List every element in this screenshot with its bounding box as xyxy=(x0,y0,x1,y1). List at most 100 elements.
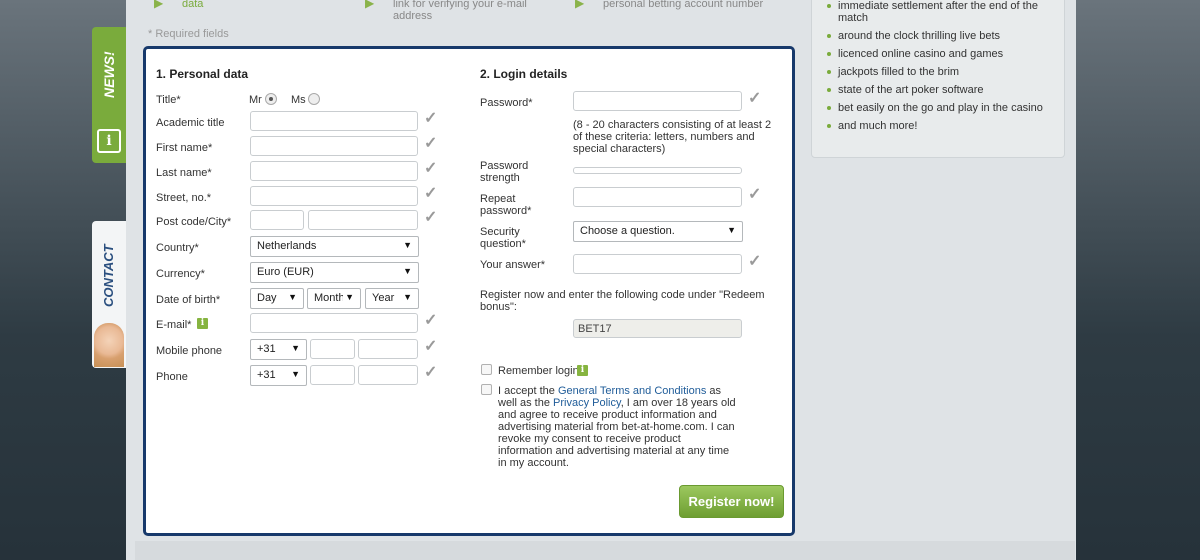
checkmark-icon: ✓ xyxy=(424,110,438,127)
required-fields-note: * Required fields xyxy=(148,28,229,40)
first-name-label: First name* xyxy=(156,142,213,154)
first-name-input[interactable] xyxy=(250,136,418,156)
city-input[interactable] xyxy=(308,210,418,230)
benefit-item: jackpots filled to the brim xyxy=(826,66,1056,78)
remember-info-icon[interactable]: i xyxy=(577,365,588,376)
support-agent-avatar xyxy=(94,323,124,367)
privacy-policy-link[interactable]: Privacy Policy xyxy=(553,397,621,409)
benefit-item: licenced online casino and games xyxy=(826,48,1056,60)
security-label-line1: Security xyxy=(480,226,520,238)
country-value: Netherlands xyxy=(257,240,317,252)
strength-label-line1: Password xyxy=(480,160,529,172)
email-info-icon[interactable]: i xyxy=(197,318,208,329)
dob-month-select[interactable]: Month ▼ xyxy=(307,288,361,309)
mobile-area-input[interactable] xyxy=(310,339,355,359)
accept-terms-checkbox[interactable] xyxy=(481,384,492,395)
phone-area-input[interactable] xyxy=(310,365,355,385)
dob-month-value: Month xyxy=(314,292,345,304)
dob-year-value: Year xyxy=(372,292,395,304)
step-arrow-icon: ▶ xyxy=(575,0,585,10)
street-label: Street, no.* xyxy=(156,192,212,204)
security-question-value: Choose a question. xyxy=(580,225,675,237)
benefit-item: immediate settlement after the end of th… xyxy=(826,0,1056,24)
accept-terms-text: I accept the General Terms and Condition… xyxy=(498,385,736,469)
mobile-phone-label: Mobile phone xyxy=(156,345,223,357)
register-now-button[interactable]: Register now! xyxy=(679,485,784,518)
step-2-line1: link for verifying your e-mail xyxy=(393,0,527,10)
ms-radio[interactable] xyxy=(308,93,320,105)
checkmark-icon: ✓ xyxy=(424,209,438,226)
dob-day-value: Day xyxy=(257,292,277,304)
phone-prefix-select[interactable]: +31 ▼ xyxy=(250,365,307,386)
registration-form: 1. Personal data Title* Mr Ms Academic t… xyxy=(143,46,795,536)
currency-select[interactable]: Euro (EUR) ▼ xyxy=(250,262,419,283)
last-name-label: Last name* xyxy=(156,167,212,179)
mobile-prefix-select[interactable]: +31 ▼ xyxy=(250,339,307,360)
email-input[interactable] xyxy=(250,313,418,333)
benefit-item: state of the art poker software xyxy=(826,84,1056,96)
dropdown-arrow-icon: ▼ xyxy=(343,292,354,302)
checkmark-icon: ✓ xyxy=(748,90,762,107)
academic-title-label: Academic title xyxy=(156,117,225,129)
password-strength-bar xyxy=(573,167,742,174)
security-label-line2: question* xyxy=(480,238,526,250)
remember-login-checkbox[interactable] xyxy=(481,364,492,375)
checkmark-icon: ✓ xyxy=(748,186,762,203)
repeat-password-input[interactable] xyxy=(573,187,742,207)
dropdown-arrow-icon: ▼ xyxy=(291,369,300,379)
checkmark-icon: ✓ xyxy=(424,135,438,152)
mobile-number-input[interactable] xyxy=(358,339,418,359)
terms-link[interactable]: General Terms and Conditions xyxy=(558,385,706,397)
dob-year-select[interactable]: Year ▼ xyxy=(365,288,419,309)
dob-label: Date of birth* xyxy=(156,294,221,306)
right-background xyxy=(1076,0,1200,560)
step-1-text: data xyxy=(182,0,204,10)
dob-day-select[interactable]: Day ▼ xyxy=(250,288,304,309)
password-hint: (8 - 20 characters consisting of at leas… xyxy=(573,119,772,155)
answer-input[interactable] xyxy=(573,254,742,274)
repeat-label-line1: Repeat xyxy=(480,193,516,205)
email-label: E-mail* xyxy=(156,319,192,331)
phone-prefix-value: +31 xyxy=(257,369,276,381)
remember-login-label: Remember login xyxy=(498,365,579,377)
academic-title-input[interactable] xyxy=(250,111,418,131)
news-tab[interactable]: NEWS! i xyxy=(92,27,126,163)
phone-number-input[interactable] xyxy=(358,365,418,385)
contact-tab-label: CONTACT xyxy=(101,244,116,308)
currency-value: Euro (EUR) xyxy=(257,266,314,278)
security-question-label: Security question* xyxy=(480,226,526,250)
benefits-list: immediate settlement after the end of th… xyxy=(826,0,1056,138)
dropdown-arrow-icon: ▼ xyxy=(403,266,412,276)
postcode-city-label: Post code/City* xyxy=(156,216,232,228)
contact-tab[interactable]: CONTACT xyxy=(92,221,126,368)
password-input[interactable] xyxy=(573,91,742,111)
dropdown-arrow-icon: ▼ xyxy=(288,292,297,302)
street-input[interactable] xyxy=(250,186,418,206)
step-3-text: personal betting account number xyxy=(603,0,764,10)
postcode-input[interactable] xyxy=(250,210,304,230)
info-icon[interactable]: i xyxy=(97,129,121,153)
footer-strip xyxy=(135,541,1075,560)
checkmark-icon: ✓ xyxy=(748,253,762,270)
country-label: Country* xyxy=(156,242,199,254)
checkmark-icon: ✓ xyxy=(424,160,438,177)
checkmark-icon: ✓ xyxy=(424,312,438,329)
dropdown-arrow-icon: ▼ xyxy=(403,240,412,250)
answer-label: Your answer* xyxy=(480,259,546,271)
country-select[interactable]: Netherlands ▼ xyxy=(250,236,419,257)
mr-radio[interactable] xyxy=(265,93,277,105)
dropdown-arrow-icon: ▼ xyxy=(727,225,736,235)
registration-steps: ▶ data ▶ link for verifying your e-mail … xyxy=(150,0,790,28)
title-label: Title* xyxy=(156,94,181,106)
last-name-input[interactable] xyxy=(250,161,418,181)
currency-label: Currency* xyxy=(156,268,205,280)
ms-label: Ms xyxy=(291,94,306,106)
bonus-instructions: Register now and enter the following cod… xyxy=(480,289,765,313)
dropdown-arrow-icon: ▼ xyxy=(403,292,412,302)
checkmark-icon: ✓ xyxy=(424,338,438,355)
accept-text-start: I accept the xyxy=(498,385,558,397)
bonus-code-field: BET17 xyxy=(573,319,742,338)
benefit-item: and much more! xyxy=(826,120,1056,132)
phone-label: Phone xyxy=(156,371,188,383)
security-question-select[interactable]: Choose a question. ▼ xyxy=(573,221,743,242)
